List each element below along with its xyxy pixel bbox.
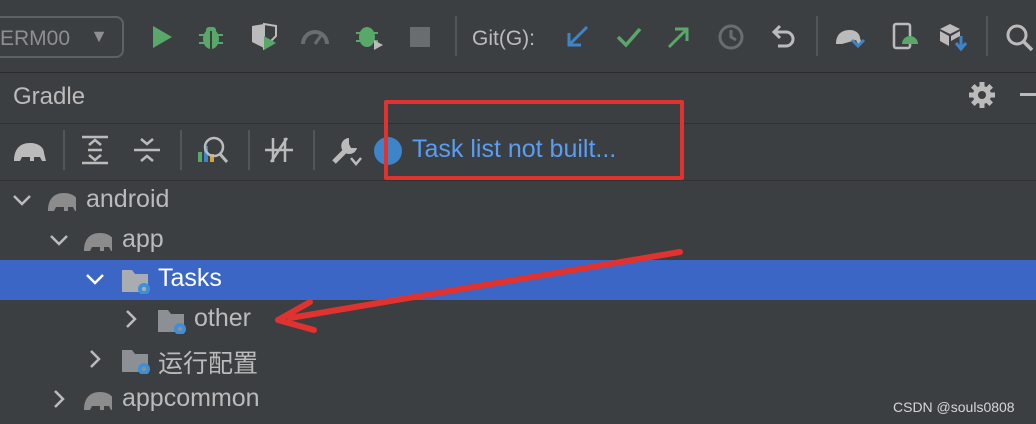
- chevron-down-icon[interactable]: [11, 189, 33, 211]
- gradle-project-tree: android app Tasks other 运行配置 appcommon: [0, 181, 1036, 424]
- gradle-elephant-icon[interactable]: [12, 137, 48, 165]
- dropdown-arrow-icon: ▼: [90, 26, 108, 46]
- attach-debugger-icon[interactable]: [352, 20, 386, 54]
- watermark: CSDN @souls0808: [893, 399, 1015, 415]
- coverage-icon[interactable]: [246, 20, 280, 54]
- chevron-down-icon[interactable]: [84, 268, 106, 290]
- tree-item-other[interactable]: other: [0, 300, 1036, 340]
- tree-item-label: android: [86, 185, 170, 213]
- gradle-sync-icon[interactable]: [832, 20, 866, 54]
- git-commit-icon[interactable]: [612, 20, 646, 54]
- debug-icon[interactable]: [194, 20, 228, 54]
- tree-item-label: appcommon: [122, 384, 260, 412]
- gradle-elephant-icon: [84, 392, 112, 410]
- settings-gear-icon[interactable]: [966, 80, 998, 110]
- search-icon[interactable]: [1002, 20, 1036, 54]
- expand-all-icon[interactable]: [80, 134, 110, 166]
- annotation-highlight-box: [384, 100, 684, 180]
- git-rollback-icon[interactable]: [766, 20, 800, 54]
- folder-gear-icon: [122, 350, 150, 374]
- panel-title: Gradle: [13, 83, 86, 110]
- minimize-icon[interactable]: [1020, 93, 1036, 96]
- gradle-elephant-icon: [48, 193, 76, 211]
- tree-item-app[interactable]: app: [0, 221, 1036, 261]
- git-push-icon[interactable]: [662, 20, 696, 54]
- profiler-icon[interactable]: [298, 20, 332, 54]
- tree-item-run-configurations[interactable]: 运行配置: [0, 340, 1036, 380]
- git-history-icon[interactable]: [714, 20, 748, 54]
- git-label: Git(G):: [472, 27, 535, 50]
- git-update-icon[interactable]: [560, 20, 594, 54]
- run-config-selector[interactable]: ERM00 ▼: [0, 16, 124, 58]
- chevron-right-icon[interactable]: [84, 348, 106, 370]
- run-icon[interactable]: [144, 20, 178, 54]
- toggle-offline-mode-icon[interactable]: [263, 134, 295, 166]
- stop-icon[interactable]: [403, 20, 437, 54]
- folder-gear-icon: [158, 310, 186, 334]
- chevron-right-icon[interactable]: [48, 388, 70, 410]
- toolbar-divider: [986, 16, 988, 56]
- toolbar-divider: [248, 130, 250, 170]
- main-toolbar: ERM00 ▼ Git(G):: [0, 0, 1036, 73]
- chevron-right-icon[interactable]: [120, 308, 142, 330]
- tree-item-tasks[interactable]: Tasks: [0, 260, 1036, 300]
- tree-item-label: Tasks: [158, 264, 222, 292]
- gradle-elephant-icon: [84, 233, 112, 251]
- folder-gear-icon: [122, 270, 150, 294]
- toolbar-divider: [455, 16, 457, 56]
- toolbar-divider: [180, 130, 182, 170]
- tree-item-android[interactable]: android: [0, 181, 1036, 221]
- tree-item-label: other: [194, 304, 251, 332]
- toolbar-divider: [63, 130, 65, 170]
- tree-item-label: 运行配置: [158, 350, 259, 378]
- tree-item-appcommon[interactable]: appcommon: [0, 380, 1036, 420]
- sdk-manager-icon[interactable]: [936, 20, 970, 54]
- toolbar-divider: [313, 130, 315, 170]
- analyze-dependencies-icon[interactable]: [196, 134, 230, 166]
- tree-item-label: app: [122, 225, 164, 253]
- chevron-down-icon[interactable]: [48, 229, 70, 251]
- collapse-all-icon[interactable]: [132, 134, 162, 166]
- device-manager-icon[interactable]: [886, 20, 920, 54]
- run-config-label: ERM00: [0, 27, 71, 50]
- toolbar-divider: [816, 16, 818, 56]
- build-tool-settings-icon[interactable]: [329, 134, 363, 168]
